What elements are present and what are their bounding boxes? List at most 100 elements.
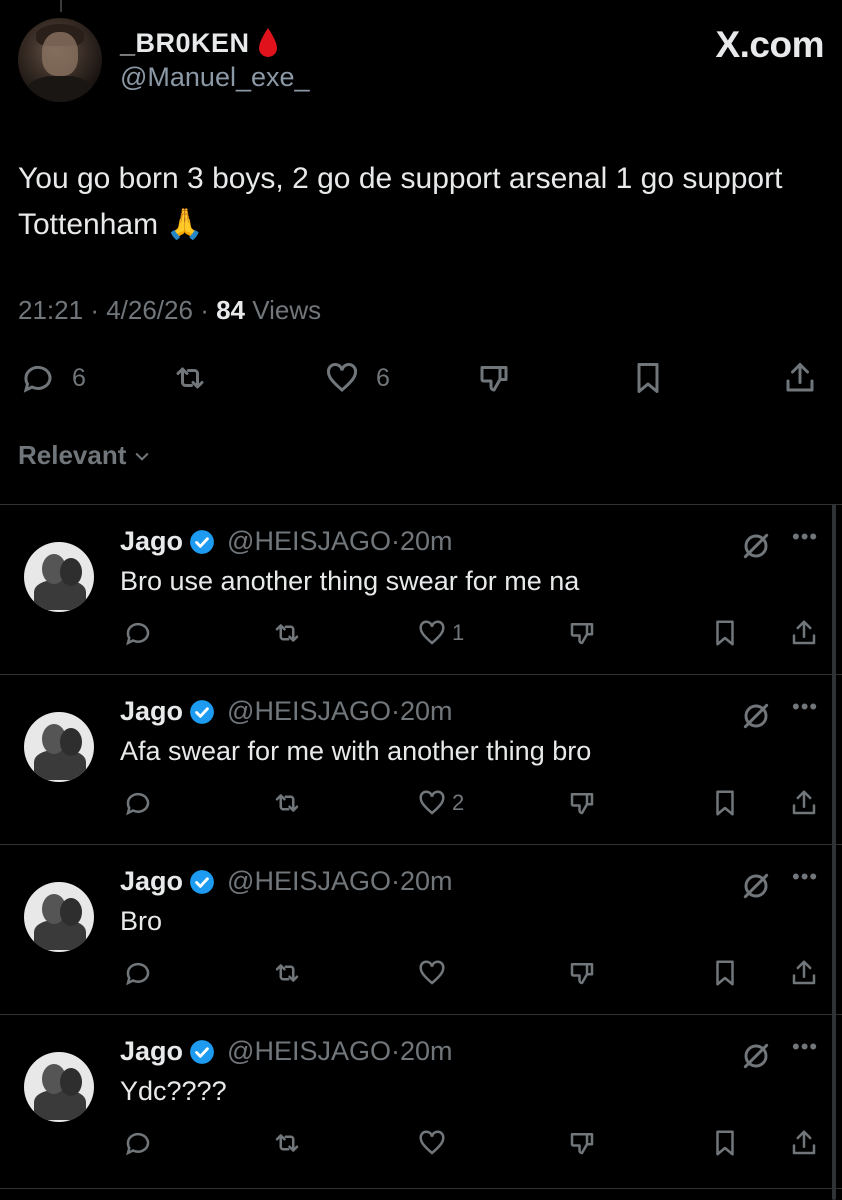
reply-author-name[interactable]: Jago bbox=[120, 1036, 183, 1067]
divider bbox=[0, 844, 842, 845]
reply-button[interactable] bbox=[122, 618, 154, 648]
share-icon bbox=[792, 960, 816, 985]
reply-author-name[interactable]: Jago bbox=[120, 866, 183, 897]
share-button[interactable] bbox=[788, 788, 820, 818]
more-options-icon[interactable]: ••• bbox=[792, 864, 818, 890]
reply-time[interactable]: 20m bbox=[400, 696, 453, 727]
grok-icon[interactable] bbox=[740, 1040, 772, 1072]
reply-item[interactable]: Jago @HEISJAGO · 20m Afa swear for me wi… bbox=[0, 674, 842, 844]
repost-button[interactable] bbox=[270, 618, 304, 648]
reply-header: Jago @HEISJAGO · 20m bbox=[120, 1036, 453, 1067]
heart-icon bbox=[419, 1130, 445, 1155]
reply-author-handle[interactable]: @HEISJAGO bbox=[227, 696, 391, 727]
downvote-button[interactable] bbox=[474, 360, 514, 396]
more-options-icon[interactable]: ••• bbox=[792, 524, 818, 550]
repost-button[interactable] bbox=[270, 958, 304, 988]
heart-icon bbox=[419, 620, 445, 645]
divider bbox=[0, 674, 842, 675]
repost-icon bbox=[275, 964, 299, 982]
sort-label: Relevant bbox=[18, 440, 127, 470]
bookmark-button[interactable] bbox=[710, 958, 740, 988]
repost-button[interactable] bbox=[168, 360, 212, 396]
like-button[interactable] bbox=[416, 958, 452, 988]
meta-separator: · bbox=[200, 295, 217, 325]
reply-time[interactable]: 20m bbox=[400, 866, 453, 897]
meta-separator: · bbox=[390, 526, 400, 556]
bookmark-button[interactable] bbox=[630, 360, 666, 396]
reply-avatar[interactable] bbox=[24, 542, 94, 612]
divider bbox=[0, 1014, 842, 1015]
author-display-name[interactable]: _BR0KEN bbox=[120, 28, 250, 59]
like-button[interactable]: 2 bbox=[416, 788, 464, 818]
downvote-button[interactable] bbox=[566, 958, 598, 988]
reply-item[interactable]: Jago @HEISJAGO · 20m Bro ••• bbox=[0, 844, 842, 1014]
reply-icon bbox=[23, 365, 52, 393]
reply-header: Jago @HEISJAGO · 20m bbox=[120, 696, 453, 727]
chevron-down-icon bbox=[135, 452, 149, 461]
share-button[interactable] bbox=[780, 360, 820, 396]
grok-icon[interactable] bbox=[740, 530, 772, 562]
repost-icon bbox=[275, 794, 299, 812]
reply-icon bbox=[126, 1132, 150, 1156]
more-options-icon[interactable]: ••• bbox=[792, 694, 818, 720]
downvote-button[interactable] bbox=[566, 1128, 598, 1158]
share-button[interactable] bbox=[788, 618, 820, 648]
like-button[interactable] bbox=[416, 1128, 452, 1158]
like-button[interactable]: 1 bbox=[416, 618, 464, 648]
author-handle[interactable]: @Manuel_exe_ bbox=[120, 62, 310, 93]
thumbs-down-icon bbox=[570, 793, 594, 815]
thumbs-down-icon bbox=[570, 963, 594, 985]
repost-button[interactable] bbox=[270, 1128, 304, 1158]
heart-icon bbox=[419, 960, 445, 985]
share-icon bbox=[792, 1130, 816, 1155]
reply-item[interactable]: Jago @HEISJAGO · 20m Ydc???? ••• bbox=[0, 1014, 842, 1190]
reply-author-handle[interactable]: @HEISJAGO bbox=[227, 866, 391, 897]
heart-icon bbox=[419, 790, 445, 815]
grok-icon[interactable] bbox=[740, 870, 772, 902]
share-button[interactable] bbox=[788, 958, 820, 988]
reply-text: Ydc???? bbox=[120, 1076, 227, 1106]
reply-button[interactable] bbox=[122, 788, 154, 818]
like-count: 2 bbox=[452, 790, 465, 815]
tweet-time[interactable]: 21:21 bbox=[18, 295, 83, 325]
like-button[interactable]: 6 bbox=[322, 360, 390, 396]
bookmark-button[interactable] bbox=[710, 788, 740, 818]
tweet-text: You go born 3 boys, 2 go de support arse… bbox=[18, 162, 783, 241]
meta-separator: · bbox=[90, 295, 107, 325]
reply-author-name[interactable]: Jago bbox=[120, 526, 183, 557]
reply-button[interactable] bbox=[122, 958, 154, 988]
reply-button[interactable] bbox=[122, 1128, 154, 1158]
downvote-button[interactable] bbox=[566, 618, 598, 648]
grok-icon[interactable] bbox=[740, 700, 772, 732]
reply-text: Bro use another thing swear for me na bbox=[120, 566, 580, 596]
verified-badge-icon bbox=[190, 1039, 214, 1064]
bookmark-button[interactable] bbox=[710, 618, 740, 648]
reply-avatar[interactable] bbox=[24, 882, 94, 952]
reply-author-handle[interactable]: @HEISJAGO bbox=[227, 1036, 391, 1067]
repost-icon bbox=[275, 1134, 299, 1152]
views-count: 84 bbox=[216, 295, 245, 325]
reply-author-handle[interactable]: @HEISJAGO bbox=[227, 526, 391, 557]
more-options-icon[interactable]: ••• bbox=[792, 1034, 818, 1060]
downvote-button[interactable] bbox=[566, 788, 598, 818]
reply-button[interactable]: 6 bbox=[18, 360, 86, 396]
sort-replies-dropdown[interactable]: Relevant bbox=[18, 440, 152, 471]
reply-author-name[interactable]: Jago bbox=[120, 696, 183, 727]
share-icon bbox=[786, 363, 814, 392]
reply-avatar[interactable] bbox=[24, 712, 94, 782]
reply-item[interactable]: Jago @HEISJAGO · 20m Bro use another thi… bbox=[0, 504, 842, 674]
tweet-header: _BR0KEN @Manuel_exe_ X.com bbox=[18, 18, 824, 108]
reply-text: Bro bbox=[120, 906, 163, 936]
share-button[interactable] bbox=[788, 1128, 820, 1158]
repost-button[interactable] bbox=[270, 788, 304, 818]
reply-time[interactable]: 20m bbox=[400, 526, 453, 557]
thumbs-down-icon bbox=[570, 1133, 594, 1155]
author-avatar[interactable] bbox=[18, 18, 102, 102]
tweet-date[interactable]: 4/26/26 bbox=[106, 295, 193, 325]
thumbs-down-icon bbox=[570, 623, 594, 645]
reply-time[interactable]: 20m bbox=[400, 1036, 453, 1067]
reply-avatar[interactable] bbox=[24, 1052, 94, 1122]
bookmark-button[interactable] bbox=[710, 1128, 740, 1158]
meta-separator: · bbox=[390, 696, 400, 726]
share-icon bbox=[792, 790, 816, 815]
